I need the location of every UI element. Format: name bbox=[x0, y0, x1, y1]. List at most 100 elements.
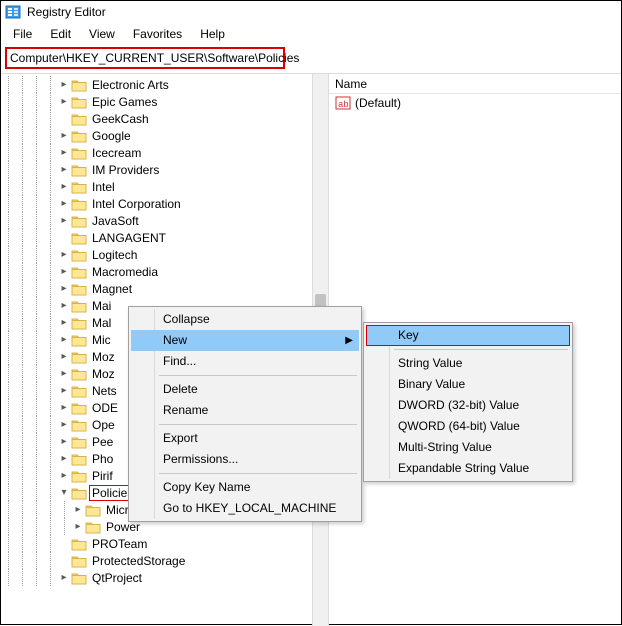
menu-file[interactable]: File bbox=[5, 25, 40, 43]
tree-expander-icon[interactable]: ▸ bbox=[57, 195, 71, 212]
folder-icon bbox=[71, 401, 87, 415]
tree-item-im-providers[interactable]: ▸ IM Providers bbox=[1, 161, 328, 178]
tree-item-protectedstorage[interactable]: ProtectedStorage bbox=[1, 552, 328, 569]
tree-item-icecream[interactable]: ▸ Icecream bbox=[1, 144, 328, 161]
menubar: File Edit View Favorites Help bbox=[1, 23, 621, 45]
tree-expander-icon[interactable]: ▸ bbox=[57, 93, 71, 110]
menu-view[interactable]: View bbox=[81, 25, 123, 43]
tree-item-intel[interactable]: ▸ Intel bbox=[1, 178, 328, 195]
tree-item-label: Epic Games bbox=[90, 95, 159, 109]
value-label: (Default) bbox=[355, 96, 401, 110]
context-menu-separator bbox=[159, 473, 357, 474]
subctx-key[interactable]: Key bbox=[366, 325, 570, 346]
tree-expander-icon[interactable]: ▸ bbox=[57, 433, 71, 450]
menu-favorites[interactable]: Favorites bbox=[125, 25, 190, 43]
tree-item-langagent[interactable]: LANGAGENT bbox=[1, 229, 328, 246]
tree-item-label: Logitech bbox=[90, 248, 139, 262]
tree-item-javasoft[interactable]: ▸ JavaSoft bbox=[1, 212, 328, 229]
tree-expander-icon[interactable]: ▸ bbox=[57, 297, 71, 314]
folder-icon bbox=[71, 180, 87, 194]
address-bar[interactable]: Computer\HKEY_CURRENT_USER\Software\Poli… bbox=[5, 47, 285, 69]
tree-item-label: Moz bbox=[90, 350, 117, 364]
tree-item-label: Google bbox=[90, 129, 133, 143]
subctx-expandable-string-value[interactable]: Expandable String Value bbox=[366, 458, 570, 479]
ctx-go-to-hkey-local-machine[interactable]: Go to HKEY_LOCAL_MACHINE bbox=[131, 498, 359, 519]
ctx-item-label: Find... bbox=[163, 354, 196, 368]
ctx-item-label: Rename bbox=[163, 403, 208, 417]
tree-item-proteam[interactable]: PROTeam bbox=[1, 535, 328, 552]
ctx-item-label: Delete bbox=[163, 382, 198, 396]
tree-item-logitech[interactable]: ▸ Logitech bbox=[1, 246, 328, 263]
tree-expander-icon[interactable]: ▸ bbox=[57, 467, 71, 484]
tree-item-epic-games[interactable]: ▸ Epic Games bbox=[1, 93, 328, 110]
menu-edit[interactable]: Edit bbox=[42, 25, 79, 43]
tree-expander-icon[interactable]: ▸ bbox=[57, 365, 71, 382]
folder-icon bbox=[71, 435, 87, 449]
tree-item-intel-corporation[interactable]: ▸ Intel Corporation bbox=[1, 195, 328, 212]
tree-expander-icon[interactable]: ▸ bbox=[57, 416, 71, 433]
folder-icon bbox=[71, 231, 87, 245]
ctx-copy-key-name[interactable]: Copy Key Name bbox=[131, 477, 359, 498]
submenu-new: Key String Value Binary ValueDWORD (32-bit… bbox=[363, 322, 573, 482]
tree-expander-icon[interactable]: ▸ bbox=[57, 314, 71, 331]
subctx-item-label: Key bbox=[398, 328, 419, 342]
folder-icon bbox=[71, 469, 87, 483]
tree-item-label: JavaSoft bbox=[90, 214, 141, 228]
tree-expander-icon[interactable]: ▸ bbox=[57, 450, 71, 467]
tree-item-electronic-arts[interactable]: ▸ Electronic Arts bbox=[1, 76, 328, 93]
tree-item-macromedia[interactable]: ▸ Macromedia bbox=[1, 263, 328, 280]
window-title: Registry Editor bbox=[27, 5, 106, 19]
tree-item-geekcash[interactable]: GeekCash bbox=[1, 110, 328, 127]
tree-item-label: IM Providers bbox=[90, 163, 161, 177]
ctx-item-label: Collapse bbox=[163, 312, 210, 326]
value-row-default[interactable]: ab (Default) bbox=[329, 94, 621, 112]
menu-help[interactable]: Help bbox=[192, 25, 233, 43]
tree-expander-icon[interactable]: ▸ bbox=[57, 280, 71, 297]
tree-expander-icon[interactable]: ▸ bbox=[57, 161, 71, 178]
tree-expander-icon[interactable]: ▸ bbox=[57, 127, 71, 144]
folder-icon bbox=[71, 316, 87, 330]
tree-expander-icon[interactable]: ▸ bbox=[71, 518, 85, 535]
tree-expander-icon[interactable]: ▸ bbox=[57, 76, 71, 93]
tree-expander-icon[interactable]: ▸ bbox=[57, 569, 71, 586]
folder-icon bbox=[71, 163, 87, 177]
subctx-item-label: String Value bbox=[398, 356, 462, 370]
folder-icon bbox=[71, 333, 87, 347]
ctx-find-[interactable]: Find... bbox=[131, 351, 359, 372]
folder-icon bbox=[71, 452, 87, 466]
tree-item-google[interactable]: ▸ Google bbox=[1, 127, 328, 144]
subctx-dword-32-bit-value[interactable]: DWORD (32-bit) Value bbox=[366, 395, 570, 416]
tree-expander-icon[interactable]: ▸ bbox=[57, 331, 71, 348]
ctx-rename[interactable]: Rename bbox=[131, 400, 359, 421]
tree-expander-icon[interactable]: ▸ bbox=[57, 399, 71, 416]
folder-icon bbox=[71, 384, 87, 398]
tree-item-label: Mai bbox=[90, 299, 113, 313]
tree-expander-icon[interactable]: ▾ bbox=[57, 484, 71, 501]
string-value-icon: ab bbox=[335, 95, 351, 111]
tree-item-magnet[interactable]: ▸ Magnet bbox=[1, 280, 328, 297]
subctx-binary-value[interactable]: Binary Value bbox=[366, 374, 570, 395]
value-header-name[interactable]: Name bbox=[329, 74, 621, 94]
submenu-arrow-icon: ▶ bbox=[345, 333, 353, 348]
ctx-export[interactable]: Export bbox=[131, 428, 359, 449]
tree-expander-icon[interactable]: ▸ bbox=[57, 144, 71, 161]
subctx-qword-64-bit-value[interactable]: QWORD (64-bit) Value bbox=[366, 416, 570, 437]
tree-expander-icon[interactable]: ▸ bbox=[57, 348, 71, 365]
ctx-new[interactable]: New▶ bbox=[131, 330, 359, 351]
folder-icon bbox=[71, 146, 87, 160]
tree-expander-icon[interactable]: ▸ bbox=[57, 212, 71, 229]
tree-expander-icon[interactable]: ▸ bbox=[57, 263, 71, 280]
context-menu: Collapse New▶ Find... Delete Rename Export Per… bbox=[128, 306, 362, 522]
subctx-string-value[interactable]: String Value bbox=[366, 353, 570, 374]
tree-item-qtproject[interactable]: ▸ QtProject bbox=[1, 569, 328, 586]
ctx-item-label: Export bbox=[163, 431, 198, 445]
tree-expander-icon[interactable]: ▸ bbox=[71, 501, 85, 518]
tree-expander-icon[interactable]: ▸ bbox=[57, 178, 71, 195]
tree-expander-icon[interactable]: ▸ bbox=[57, 246, 71, 263]
ctx-collapse[interactable]: Collapse bbox=[131, 309, 359, 330]
ctx-delete[interactable]: Delete bbox=[131, 379, 359, 400]
subctx-multi-string-value[interactable]: Multi-String Value bbox=[366, 437, 570, 458]
tree-expander-icon[interactable]: ▸ bbox=[57, 382, 71, 399]
ctx-permissions-[interactable]: Permissions... bbox=[131, 449, 359, 470]
svg-text:ab: ab bbox=[338, 100, 349, 110]
